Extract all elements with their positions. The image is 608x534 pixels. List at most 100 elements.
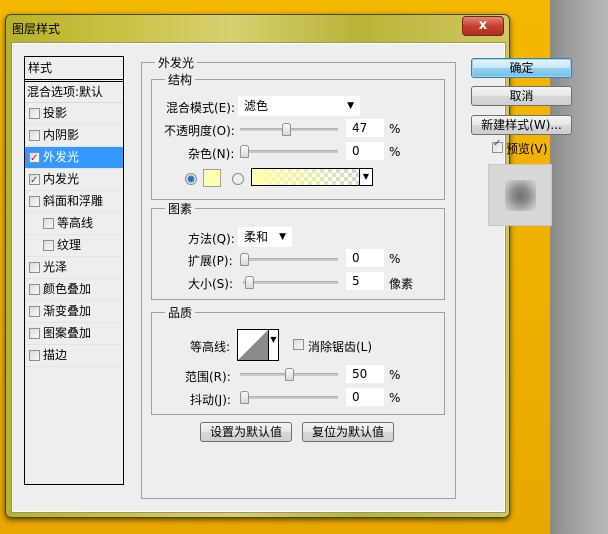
style-checkbox[interactable]	[29, 328, 40, 339]
style-checkbox[interactable]	[43, 218, 54, 229]
style-checkbox[interactable]	[29, 170, 40, 191]
noise-slider[interactable]	[240, 145, 338, 158]
style-checkbox[interactable]	[29, 108, 40, 119]
style-preview	[488, 164, 552, 226]
opacity-input[interactable]: 47	[346, 119, 384, 137]
dialog-title: 图层样式	[12, 22, 61, 36]
style-list-item-label: 光泽	[43, 260, 68, 274]
range-label: 范围(R):	[185, 370, 231, 384]
style-checkbox[interactable]	[29, 148, 40, 169]
style-list-item[interactable]: 斜面和浮雕	[25, 191, 123, 213]
style-list-item-label: 渐变叠加	[43, 304, 92, 318]
chevron-down-icon: ▼	[268, 330, 278, 360]
blend-options-item[interactable]: 混合选项:默认	[25, 82, 123, 103]
size-label: 大小(S):	[188, 277, 234, 291]
antialias-label[interactable]: 消除锯齿(L)	[308, 338, 372, 355]
spread-slider-thumb[interactable]	[240, 253, 249, 266]
glow-gradient-picker[interactable]: ▼	[251, 168, 373, 186]
contour-label: 等高线:	[190, 340, 231, 354]
preview-checkbox[interactable]	[492, 138, 503, 153]
style-list-item[interactable]: 内阴影	[25, 125, 123, 147]
style-list-item[interactable]: 光泽	[25, 257, 123, 279]
spread-unit: %	[389, 252, 401, 266]
style-list-item[interactable]: 图案叠加	[25, 323, 123, 345]
style-list-header: 样式	[25, 57, 123, 82]
style-list-item-label: 斜面和浮雕	[43, 194, 104, 208]
blend-mode-value: 滤色	[244, 99, 269, 113]
size-slider[interactable]	[243, 276, 338, 289]
noise-label: 杂色(N):	[188, 147, 235, 161]
style-list-item[interactable]: 颜色叠加	[25, 279, 123, 301]
noise-slider-thumb[interactable]	[240, 145, 249, 158]
technique-value: 柔和	[244, 230, 269, 244]
style-checkbox[interactable]	[43, 240, 54, 251]
range-slider-thumb[interactable]	[284, 368, 294, 381]
range-input[interactable]: 50	[346, 365, 384, 383]
blend-mode-select[interactable]: 滤色 ▼	[238, 96, 360, 116]
style-list-item-label: 纹理	[57, 238, 82, 252]
glow-color-swatch[interactable]	[203, 169, 221, 187]
style-list-item[interactable]: 等高线	[25, 213, 123, 235]
elements-title: 图素	[165, 200, 196, 217]
size-input[interactable]: 5	[346, 272, 384, 290]
quality-title: 品质	[165, 304, 196, 321]
cancel-button[interactable]: 取消	[471, 86, 572, 106]
contour-picker[interactable]: ▼	[237, 329, 279, 361]
opacity-unit: %	[389, 122, 401, 136]
size-slider-thumb[interactable]	[244, 276, 254, 289]
style-checkbox[interactable]	[29, 350, 40, 361]
background-window	[550, 0, 608, 534]
style-list-item-label: 描边	[43, 348, 68, 362]
blend-mode-label: 混合模式(E):	[166, 101, 235, 115]
style-list-item[interactable]: 描边	[25, 345, 123, 367]
gradient-radio[interactable]	[232, 173, 244, 185]
range-slider[interactable]	[240, 368, 338, 381]
style-list-item-label: 内阴影	[43, 128, 80, 142]
opacity-slider[interactable]	[240, 123, 338, 136]
spread-slider[interactable]	[240, 253, 338, 266]
range-unit: %	[389, 368, 401, 382]
preview-label[interactable]: 预览(V)	[506, 140, 548, 157]
noise-unit: %	[389, 145, 401, 159]
set-default-button[interactable]: 设置为默认值	[200, 422, 292, 442]
style-list-item[interactable]: 渐变叠加	[25, 301, 123, 323]
style-list-item-label: 内发光	[43, 172, 80, 186]
style-list-item-label: 等高线	[57, 216, 94, 230]
chevron-down-icon: ▼	[279, 232, 286, 242]
opacity-label: 不透明度(O):	[164, 124, 235, 138]
style-checkbox[interactable]	[29, 306, 40, 317]
style-list-item[interactable]: 内发光	[25, 169, 123, 191]
style-checkbox[interactable]	[29, 130, 40, 141]
style-checkbox[interactable]	[29, 284, 40, 295]
style-list-item[interactable]: 投影	[25, 103, 123, 125]
outer-glow-title: 外发光	[155, 54, 198, 71]
style-checkbox[interactable]	[29, 262, 40, 273]
spread-label: 扩展(P):	[188, 254, 233, 268]
jitter-slider[interactable]	[240, 391, 338, 404]
style-list-item[interactable]: 外发光	[25, 147, 123, 169]
style-list-item-label: 图案叠加	[43, 326, 92, 340]
jitter-slider-thumb[interactable]	[240, 391, 249, 404]
close-icon: x	[478, 18, 488, 33]
style-checkbox[interactable]	[29, 196, 40, 207]
ok-button[interactable]: 确定	[471, 58, 572, 78]
chevron-down-icon: ▼	[347, 101, 354, 111]
jitter-label: 抖动(J):	[190, 393, 231, 407]
contour-preview-icon	[238, 330, 268, 360]
antialias-checkbox[interactable]	[293, 339, 304, 350]
noise-input[interactable]: 0	[346, 142, 384, 160]
style-list: 样式 混合选项:默认 投影内阴影外发光内发光斜面和浮雕等高线纹理光泽颜色叠加渐变…	[24, 56, 124, 485]
technique-select[interactable]: 柔和 ▼	[238, 227, 292, 247]
reset-default-button[interactable]: 复位为默认值	[302, 422, 394, 442]
close-button[interactable]: x	[462, 16, 504, 36]
spread-input[interactable]: 0	[346, 249, 384, 267]
chevron-down-icon: ▼	[359, 169, 372, 185]
technique-label: 方法(Q):	[188, 232, 235, 246]
jitter-input[interactable]: 0	[346, 388, 384, 406]
style-list-item[interactable]: 纹理	[25, 235, 123, 257]
new-style-button[interactable]: 新建样式(W)...	[471, 115, 572, 135]
solid-color-radio[interactable]	[185, 173, 197, 185]
structure-title: 结构	[165, 71, 196, 88]
opacity-slider-thumb[interactable]	[281, 123, 291, 136]
style-list-item-label: 外发光	[43, 150, 80, 164]
